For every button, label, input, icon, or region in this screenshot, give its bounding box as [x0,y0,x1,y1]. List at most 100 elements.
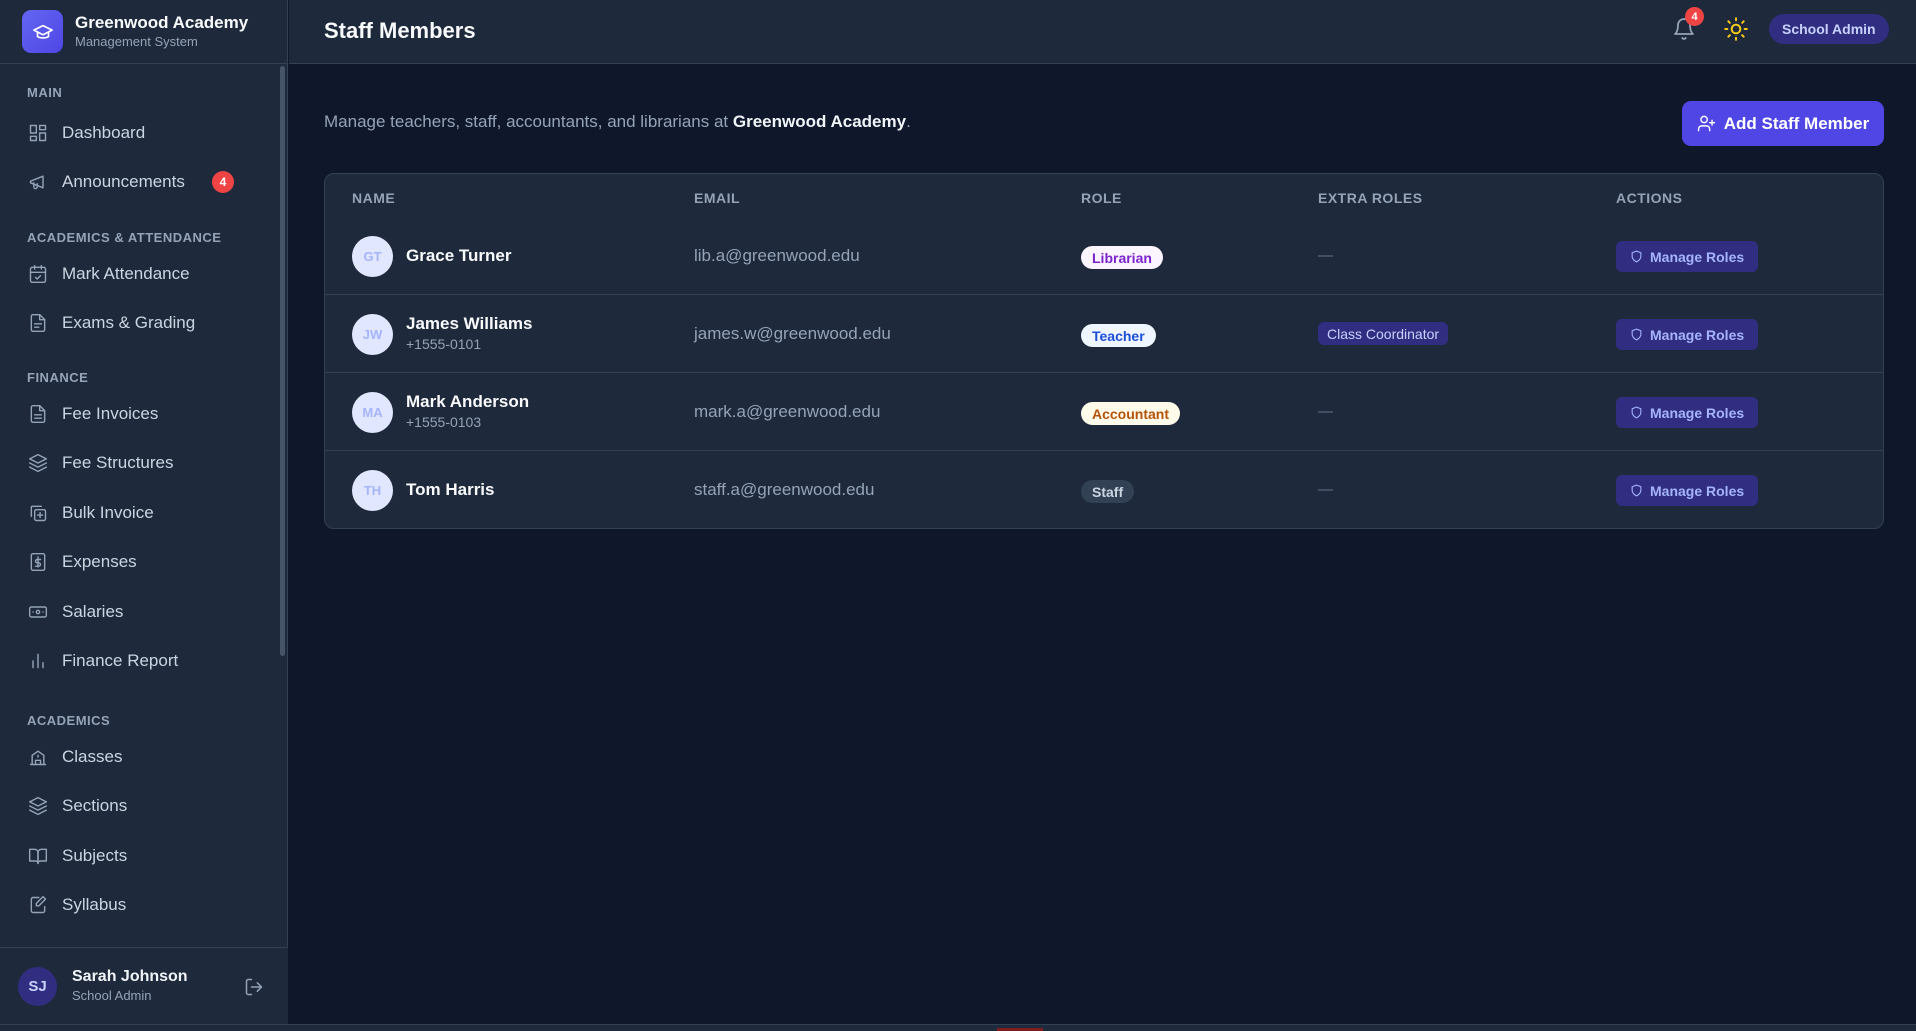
megaphone-icon [27,171,49,193]
manage-roles-button[interactable]: Manage Roles [1616,397,1759,428]
taskbar [0,1024,1916,1031]
extra-role-badge: Class Coordinator [1318,322,1449,345]
invoice-icon [27,403,49,425]
avatar: SJ [18,966,57,1006]
notification-badge: 4 [1685,7,1704,26]
brand-title: Greenwood Academy [75,12,249,32]
user-plus-icon [1697,115,1715,132]
document-icon [27,312,49,334]
page-title: Staff Members [324,18,476,43]
staff-name: Grace Turner [406,246,512,265]
sidebar-item-label: Announcements [62,172,185,191]
sidebar-item-expenses[interactable]: Expenses [14,540,266,584]
sidebar-item-classes[interactable]: Classes [14,735,266,779]
file-edit-icon [27,894,49,916]
sidebar-item-label: Fee Invoices [62,404,159,423]
logout-icon[interactable] [244,977,264,997]
extra-roles: — [1318,247,1333,264]
manage-roles-label: Manage Roles [1650,248,1745,265]
sidebar-item-announcements[interactable]: Announcements 4 [14,160,266,204]
sidebar: Greenwood Academy Management System MAIN… [0,0,288,1024]
sidebar-item-label: Fee Structures [62,453,174,472]
intro-suffix: . [906,112,911,131]
manage-roles-button[interactable]: Manage Roles [1616,475,1759,506]
intro-text: Manage teachers, staff, accountants, and… [324,112,733,131]
staff-email: mark.a@greenwood.edu [694,402,881,421]
column-header-extra-roles: EXTRA ROLES [1318,190,1423,206]
column-header-actions: ACTIONS [1616,190,1683,206]
sidebar-item-label: Sections [62,796,128,815]
staff-email: staff.a@greenwood.edu [694,480,875,499]
manage-roles-button[interactable]: Manage Roles [1616,319,1759,350]
sidebar-item-label: Salaries [62,602,124,621]
sidebar-nav: MAIN Dashboard Announcements 4 ACADEMICS… [0,64,280,948]
sidebar-item-label: Finance Report [62,651,179,670]
shield-icon [1631,328,1642,341]
shield-icon [1631,250,1642,263]
staff-name: Tom Harris [406,480,495,499]
sidebar-item-fee-structures[interactable]: Fee Structures [14,441,266,485]
table-row: GT Grace Turner lib.a@greenwood.edu Libr… [325,217,1883,295]
sidebar-item-dashboard[interactable]: Dashboard [14,111,266,155]
staff-phone: +1555-0101 [406,336,482,352]
extra-roles: — [1318,481,1333,498]
user-profile[interactable]: SJ Sarah Johnson School Admin [0,947,288,1024]
sidebar-item-label: Expenses [62,552,137,571]
section-finance: FINANCE [27,370,89,385]
page-description: Manage teachers, staff, accountants, and… [324,112,911,132]
sidebar-item-exams-grading[interactable]: Exams & Grading [14,301,266,345]
avatar: JW [352,314,393,355]
announcements-badge: 4 [212,171,234,193]
user-name: Sarah Johnson [72,968,188,985]
column-header-email: EMAIL [694,190,741,206]
sidebar-item-label: Dashboard [62,123,146,142]
sidebar-item-subjects[interactable]: Subjects [14,834,266,878]
staff-name: James Williams [406,314,533,333]
user-role: School Admin [72,988,152,1003]
book-open-icon [27,845,49,867]
sidebar-item-label: Exams & Grading [62,313,196,332]
sidebar-item-finance-report[interactable]: Finance Report [14,639,266,683]
role-badge: Staff [1081,480,1135,503]
school-icon [27,746,49,768]
layers-icon [27,452,49,474]
manage-roles-label: Manage Roles [1650,482,1745,499]
sidebar-item-syllabus[interactable]: Syllabus [14,883,266,927]
shield-icon [1631,484,1642,497]
brand[interactable]: Greenwood Academy Management System [0,0,287,64]
manage-roles-button[interactable]: Manage Roles [1616,241,1759,272]
sidebar-item-mark-attendance[interactable]: Mark Attendance [14,252,266,296]
staff-name: Mark Anderson [406,392,530,411]
sidebar-item-sections[interactable]: Sections [14,784,266,828]
layers-icon [27,795,49,817]
receipt-icon [27,551,49,573]
add-staff-button[interactable]: Add Staff Member [1682,101,1884,146]
manage-roles-label: Manage Roles [1650,404,1745,421]
dashboard-icon [27,122,49,144]
brand-subtitle: Management System [75,33,198,49]
calendar-check-icon [27,263,49,285]
sidebar-item-bulk-invoice[interactable]: Bulk Invoice [14,491,266,535]
sidebar-item-salaries[interactable]: Salaries [14,590,266,634]
column-header-name: NAME [352,190,396,206]
sun-icon[interactable] [1723,16,1749,42]
sidebar-item-label: Syllabus [62,895,127,914]
sidebar-item-label: Bulk Invoice [62,503,154,522]
column-header-role: ROLE [1081,190,1122,206]
sidebar-item-fee-invoices[interactable]: Fee Invoices [14,392,266,436]
sidebar-scrollbar[interactable] [280,66,285,656]
role-badge: Accountant [1081,402,1180,425]
sidebar-item-label: Mark Attendance [62,264,190,283]
section-academics: ACADEMICS [27,713,111,728]
extra-roles: — [1318,403,1333,420]
banknote-icon [27,601,49,623]
section-academics-attendance: ACADEMICS & ATTENDANCE [27,230,222,245]
bar-chart-icon [27,650,49,672]
avatar: MA [352,392,393,433]
manage-roles-label: Manage Roles [1650,326,1745,343]
sidebar-item-label: Classes [62,747,123,766]
role-badge: Teacher [1081,324,1156,347]
role-badge[interactable]: School Admin [1769,14,1889,44]
school-name: Greenwood Academy [732,112,907,131]
staff-phone: +1555-0103 [406,414,482,430]
